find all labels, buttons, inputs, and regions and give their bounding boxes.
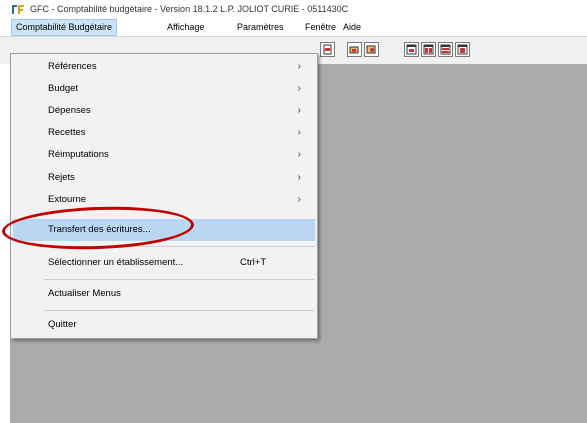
menu-separator [44, 310, 314, 311]
menu-item-quitter[interactable]: Quitter [13, 314, 315, 336]
submenu-arrow-icon: › [297, 105, 301, 116]
print-icon [349, 46, 359, 54]
gfc-app-logo-icon [12, 5, 24, 14]
window-title: GFC - Comptabilité budgétaire - Version … [30, 4, 349, 14]
menu-item-budget[interactable]: Budget › [13, 78, 315, 100]
document-icon [323, 44, 332, 55]
preview-icon [366, 45, 376, 54]
menu-affichage[interactable]: Affichage [163, 20, 208, 35]
title-bar: GFC - Comptabilité budgétaire - Version … [0, 0, 587, 19]
submenu-arrow-icon: › [297, 194, 301, 205]
menu-item-label: Références [48, 61, 97, 72]
toolbar-button-3[interactable] [364, 42, 379, 57]
menu-item-label: Sélectionner un établissement... [48, 257, 184, 268]
submenu-arrow-icon: › [297, 83, 301, 94]
submenu-arrow-icon: › [297, 172, 301, 183]
menu-item-recettes[interactable]: Recettes › [13, 122, 315, 144]
menu-bar: Comptabilité Budgétaire Affichage Paramè… [0, 19, 587, 36]
menu-item-depenses[interactable]: Dépenses › [13, 100, 315, 122]
menu-aide[interactable]: Aide [339, 20, 365, 35]
comptabilite-dropdown-menu: Références › Budget › Dépenses › Recette… [10, 53, 318, 339]
menu-item-selectionner-etablissement[interactable]: Sélectionner un établissement... Ctrl+T [13, 252, 315, 274]
toolbar-button-1[interactable] [320, 42, 335, 57]
menu-parametres[interactable]: Paramètres [233, 20, 288, 35]
window-icon [423, 44, 434, 55]
menu-item-label: Quitter [48, 319, 77, 330]
toolbar-button-4[interactable] [404, 42, 419, 57]
toolbar-button-5[interactable] [421, 42, 436, 57]
menu-item-shortcut: Ctrl+T [240, 257, 267, 268]
menu-item-label: Actualiser Menus [48, 288, 121, 299]
submenu-arrow-icon: › [297, 127, 301, 138]
menu-item-extourne[interactable]: Extourne › [13, 189, 315, 211]
window-icon [440, 44, 451, 55]
menu-item-label: Rejets [48, 172, 75, 183]
workspace-left-margin [0, 64, 10, 423]
menu-item-references[interactable]: Références › [13, 56, 315, 78]
menu-item-reimputations[interactable]: Réimputations › [13, 144, 315, 166]
menu-item-label: Recettes [48, 127, 86, 138]
menu-separator [44, 279, 314, 280]
toolbar-button-6[interactable] [438, 42, 453, 57]
menu-item-label: Dépenses [48, 105, 91, 116]
menu-item-label: Budget [48, 83, 79, 94]
window-icon [406, 44, 417, 55]
submenu-arrow-icon: › [297, 61, 301, 72]
submenu-arrow-icon: › [297, 149, 301, 160]
menu-item-rejets[interactable]: Rejets › [13, 167, 315, 189]
menu-comptabilite-budgetaire[interactable]: Comptabilité Budgétaire [10, 19, 118, 36]
window-icon [457, 44, 468, 55]
menu-item-actualiser-menus[interactable]: Actualiser Menus [13, 283, 315, 305]
menu-fenetre[interactable]: Fenêtre [301, 20, 340, 35]
toolbar-button-2[interactable] [347, 42, 362, 57]
toolbar-button-7[interactable] [455, 42, 470, 57]
menu-item-label: Réimputations [48, 149, 109, 160]
